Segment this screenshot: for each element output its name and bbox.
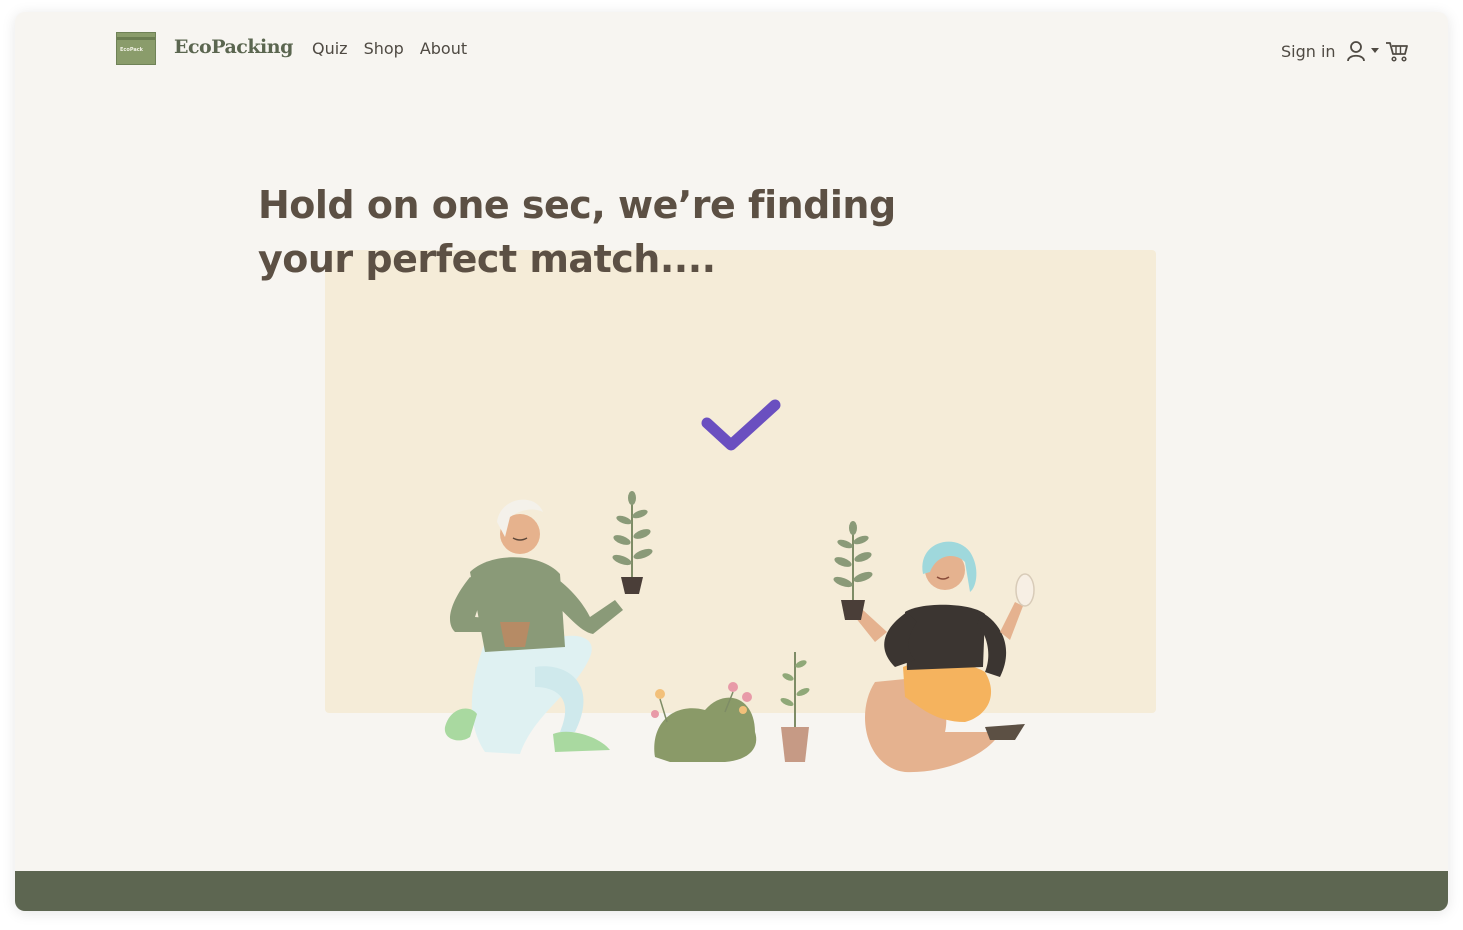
man-figure xyxy=(444,491,653,754)
nav-shop-link[interactable]: Shop xyxy=(364,39,404,58)
nav-about-link[interactable]: About xyxy=(420,39,467,58)
plant-couple-illustration xyxy=(444,491,1035,773)
sign-in-link[interactable]: Sign in xyxy=(1281,42,1336,61)
app-window: EcoPack EcoPacking Quiz Shop About Sign … xyxy=(15,12,1448,911)
brand-name[interactable]: EcoPacking xyxy=(174,36,293,58)
cart-icon[interactable] xyxy=(1385,40,1409,62)
woman-figure xyxy=(833,521,1035,773)
heading-line-2: your perfect match.... xyxy=(258,237,716,281)
main-nav: Quiz Shop About xyxy=(312,39,467,58)
bush-flowers xyxy=(651,682,757,762)
nav-quiz-link[interactable]: Quiz xyxy=(312,39,348,58)
caret-down-icon[interactable] xyxy=(1370,46,1380,54)
page-heading: Hold on one sec, we’re finding your perf… xyxy=(258,178,898,286)
checkmark-icon xyxy=(701,399,781,451)
user-icon[interactable] xyxy=(1346,40,1366,62)
small-potted-plant xyxy=(780,652,810,762)
logo-text: EcoPack xyxy=(120,47,144,53)
logo-icon[interactable]: EcoPack xyxy=(116,32,156,65)
footer-bar xyxy=(15,871,1448,911)
heading-line-1: Hold on one sec, we’re finding xyxy=(258,183,896,227)
